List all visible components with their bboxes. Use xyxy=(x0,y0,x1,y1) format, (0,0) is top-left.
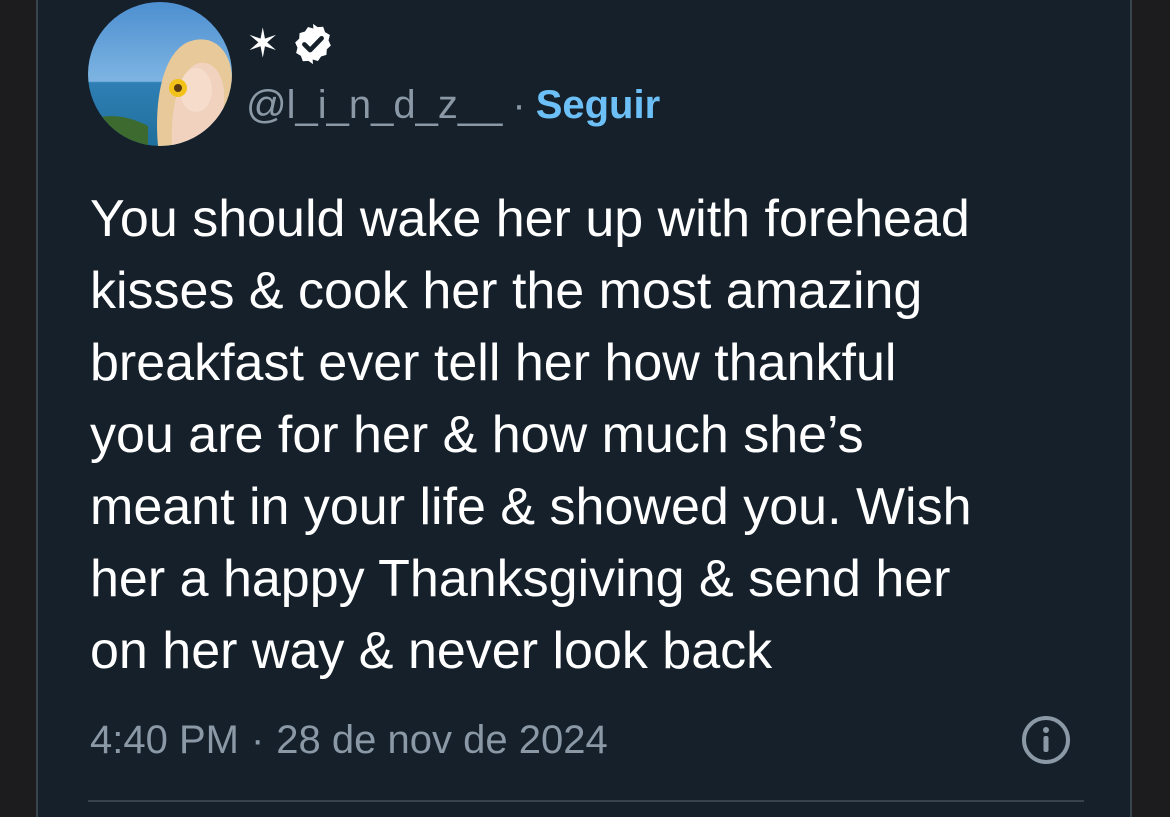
info-icon[interactable] xyxy=(1020,714,1072,766)
meta-separator: · xyxy=(250,717,265,762)
name-row: ✶ xyxy=(246,20,336,68)
user-handle[interactable]: @l_i_n_d_z__ xyxy=(246,83,502,128)
tweet-date[interactable]: 28 de nov de 2024 xyxy=(276,718,607,763)
avatar-image xyxy=(88,2,232,146)
tweet-text: You should wake her up with forehead kis… xyxy=(90,190,972,680)
divider xyxy=(88,800,1084,802)
tweet-time[interactable]: 4:40 PM xyxy=(90,718,239,763)
separator-dot: · xyxy=(512,82,526,127)
avatar[interactable] xyxy=(88,2,232,146)
handle-row: @l_i_n_d_z__ · Seguir xyxy=(246,80,660,130)
verified-badge-icon xyxy=(294,23,331,65)
display-name[interactable]: ✶ xyxy=(246,20,280,68)
tweet-meta: 4:40 PM · 28 de nov de 2024 xyxy=(90,712,608,768)
follow-button[interactable]: Seguir xyxy=(536,83,660,128)
tweet-card: ✶ @l_i_n_d_z__ · Seguir You should wake … xyxy=(36,0,1132,817)
